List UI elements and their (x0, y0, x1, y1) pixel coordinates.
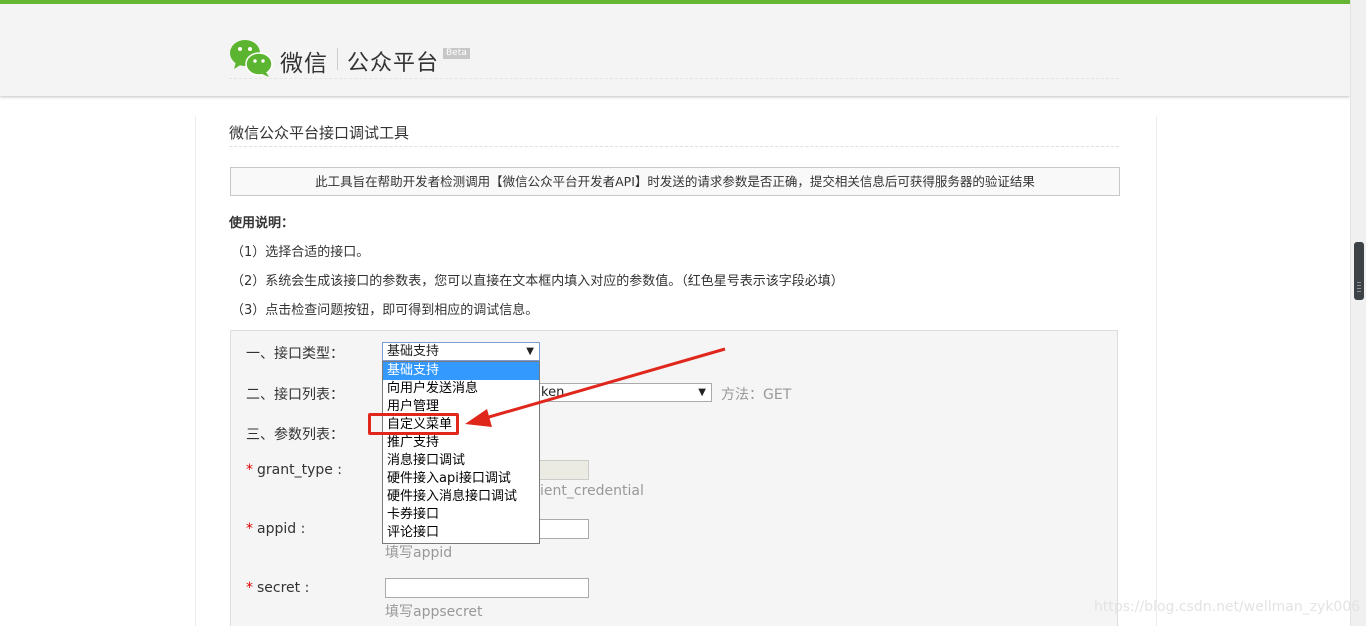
param-appid-label: * appid : (246, 521, 306, 537)
dropdown-option[interactable]: 基础支持 (383, 362, 539, 380)
brand-divider (337, 48, 338, 70)
required-marker: * (246, 521, 253, 537)
page-title: 微信公众平台接口调试工具 (229, 124, 410, 142)
usage-item: （3）点击检查问题按钮，即可得到相应的调试信息。 (231, 303, 539, 318)
title-divider (229, 146, 1119, 147)
interface-type-select[interactable]: 基础支持 ▼ (382, 342, 540, 361)
brand-name: 微信 (280, 51, 328, 77)
scrollbar-thumb[interactable] (1354, 242, 1364, 300)
interface-type-value: 基础支持 (387, 344, 440, 359)
dropdown-option[interactable]: 评论接口 (383, 524, 539, 542)
dropdown-option[interactable]: 硬件接入消息接口调试 (383, 488, 539, 506)
usage-item: （2）系统会生成该接口的参数表，您可以直接在文本框内填入对应的参数值。（红色星号… (231, 274, 844, 289)
secret-hint: 填写appsecret (385, 604, 483, 620)
grant-type-hint: ient_credential (540, 483, 644, 499)
param-secret-label: * secret : (246, 580, 310, 596)
page-scrollbar[interactable] (1350, 0, 1366, 626)
top-header: 微信 公众平台 Beta (0, 0, 1350, 96)
param-list-label: 三、参数列表： (246, 427, 344, 443)
required-marker: * (246, 462, 253, 478)
interface-list-label: 二、接口列表： (246, 387, 344, 403)
interface-type-label: 一、接口类型： (246, 346, 344, 362)
secret-input[interactable] (385, 578, 589, 598)
dropdown-option[interactable]: 硬件接入api接口调试 (383, 470, 539, 488)
watermark: https://blog.csdn.net/wellman_zyk006 (1094, 599, 1361, 615)
dropdown-option[interactable]: 向用户发送消息 (383, 380, 539, 398)
param-grant-type-label: * grant_type : (246, 462, 343, 478)
interface-list-value: ken (541, 385, 565, 400)
usage-item: （1）选择合适的接口。 (231, 245, 370, 260)
header-divider (229, 78, 1119, 79)
brand-subtitle: 公众平台 (347, 51, 440, 76)
wechat-logo-icon (230, 40, 273, 77)
debug-form (230, 330, 1118, 626)
interface-type-dropdown[interactable]: 基础支持 向用户发送消息 用户管理 自定义菜单 推广支持 消息接口调试 硬件接入… (382, 361, 540, 544)
method-label: 方法：GET (721, 387, 792, 403)
appid-hint: 填写appid (385, 545, 453, 561)
beta-badge: Beta (443, 48, 470, 59)
usage-heading: 使用说明： (229, 216, 295, 231)
dropdown-arrow-icon: ▼ (698, 387, 706, 398)
dropdown-arrow-icon: ▼ (526, 346, 534, 357)
dropdown-option[interactable]: 推广支持 (383, 434, 539, 452)
notice-box: 此工具旨在帮助开发者检测调用【微信公众平台开发者API】时发送的请求参数是否正确… (230, 167, 1120, 196)
annotation-highlight-box (368, 413, 459, 435)
required-marker: * (246, 580, 253, 596)
dropdown-option[interactable]: 消息接口调试 (383, 452, 539, 470)
dropdown-option[interactable]: 卡券接口 (383, 506, 539, 524)
interface-list-select[interactable]: ken ▼ (538, 383, 712, 402)
